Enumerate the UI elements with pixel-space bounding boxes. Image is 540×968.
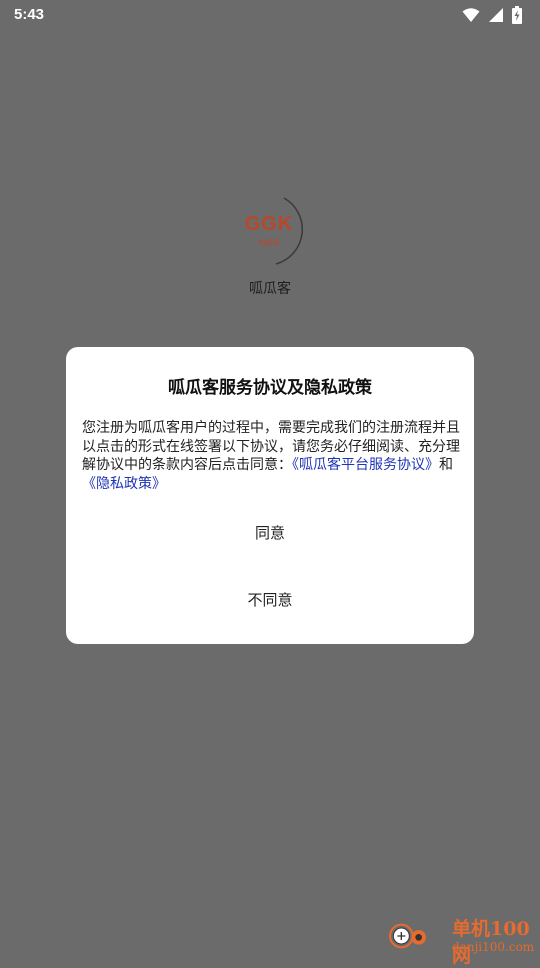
watermark-logo-icon — [389, 923, 426, 949]
wifi-icon — [462, 7, 480, 23]
status-bar: 5:43 — [0, 0, 540, 32]
service-agreement-link[interactable]: 《呱瓜客平台服务协议》 — [292, 457, 439, 473]
app-name: 呱瓜客 — [249, 281, 291, 297]
battery-charging-icon — [512, 6, 522, 24]
dialog-body: 您注册为呱瓜客用户的过程中，需要完成我们的注册流程并且以点击的形式在线签署以下协… — [82, 419, 460, 493]
logo-text: GGK — [244, 213, 294, 235]
watermark-url: danji100.com — [452, 940, 535, 954]
disagree-button[interactable]: 不同意 — [66, 582, 474, 618]
agree-button[interactable]: 同意 — [66, 515, 474, 551]
agreement-dialog: 呱瓜客服务协议及隐私政策 您注册为呱瓜客用户的过程中，需要完成我们的注册流程并且… — [66, 347, 474, 644]
conjunction-text: 和 — [439, 457, 453, 473]
status-time: 5:43 — [14, 6, 45, 23]
signal-icon — [488, 7, 504, 23]
dialog-title: 呱瓜客服务协议及隐私政策 — [168, 378, 372, 398]
status-icons — [462, 6, 522, 24]
watermark: 单机100网 danji100.com — [388, 912, 538, 967]
splash-logo: GGK 呱呱客 — [228, 188, 312, 272]
logo-subtext: 呱呱客 — [258, 239, 280, 247]
privacy-policy-link[interactable]: 《隐私政策》 — [82, 476, 166, 492]
